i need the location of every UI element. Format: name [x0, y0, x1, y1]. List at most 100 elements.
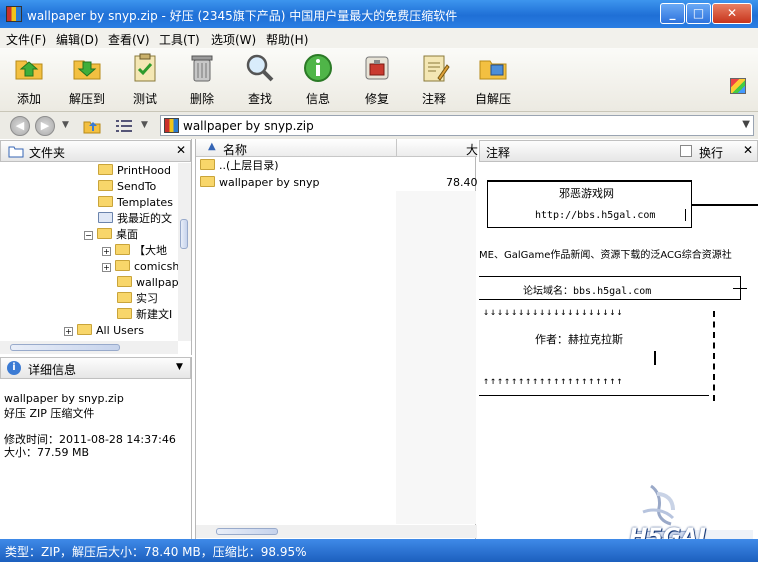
tree-item[interactable]: + All Users	[64, 323, 144, 339]
folder-vscrollbar[interactable]	[178, 163, 191, 341]
ascii-line	[479, 395, 709, 396]
folder-icon	[117, 292, 132, 303]
menu-help[interactable]: 帮助(H)	[266, 31, 308, 48]
delete-button[interactable]: 删除	[177, 52, 227, 110]
comment-label: 注释	[421, 92, 446, 106]
comment-close-icon[interactable]: ✕	[743, 143, 753, 157]
tree-item[interactable]: PrintHood	[98, 163, 171, 179]
tree-item[interactable]: 新建文I	[117, 307, 172, 323]
file-size: 78.40	[446, 176, 478, 189]
delete-icon	[191, 55, 213, 82]
folder-icon	[200, 176, 215, 187]
folder-pane: 文件夹 ✕ PrintHood SendTo Templates 我最近的文 −…	[0, 139, 192, 355]
history-dropdown-icon[interactable]: ▼	[62, 120, 69, 130]
tree-item[interactable]: SendTo	[98, 179, 156, 195]
up-folder-icon[interactable]	[82, 116, 102, 136]
folder-tree: PrintHood SendTo Templates 我最近的文 − 桌面 + 【大…	[0, 163, 178, 341]
column-divider[interactable]	[396, 139, 397, 157]
folder-icon	[97, 228, 112, 239]
tree-item[interactable]: Templates	[98, 195, 173, 211]
details-type: 好压 ZIP 压缩文件	[4, 407, 95, 420]
col-name-header[interactable]: 名称	[223, 141, 247, 158]
status-text: 类型：ZIP，解压后大小：78.40 MB，压缩比：98.95%	[5, 545, 307, 559]
tree-item-desktop[interactable]: − 桌面	[84, 227, 138, 243]
comment-icon	[423, 55, 450, 82]
col-size-header[interactable]: 大	[466, 141, 478, 158]
menu-file[interactable]: 文件(F)	[6, 31, 46, 48]
folder-icon	[98, 180, 113, 191]
expand-icon[interactable]: +	[64, 327, 73, 336]
details-header[interactable]: i 详细信息 ▼	[0, 357, 191, 379]
address-path: wallpaper by snyp.zip	[183, 119, 314, 133]
folder-icon	[98, 196, 113, 207]
add-button[interactable]: 添加	[4, 52, 54, 110]
file-hscrollbar[interactable]	[196, 525, 477, 538]
info-icon	[304, 54, 332, 82]
delete-label: 删除	[189, 92, 214, 106]
forward-icon[interactable]: ▶	[35, 116, 55, 136]
collapse-icon[interactable]: −	[84, 231, 93, 240]
ascii-line	[685, 209, 686, 221]
file-list: ▲ 名称 大 ..(上层目录) wallpaper by snyp 78.40	[195, 139, 478, 539]
menu-edit[interactable]: 编辑(D)	[56, 31, 99, 48]
folder-hscrollbar[interactable]	[0, 341, 178, 354]
folder-pane-close-icon[interactable]: ✕	[176, 143, 186, 157]
view-mode-icon[interactable]	[115, 118, 133, 134]
menu-bar: 文件(F) 编辑(D) 查看(V) 工具(T) 选项(W) 帮助(H)	[0, 28, 758, 48]
menu-tools[interactable]: 工具(T)	[159, 31, 200, 48]
file-row[interactable]: ..(上层目录)	[200, 158, 279, 174]
info-icon: i	[7, 361, 21, 375]
ascii-line	[654, 351, 656, 365]
file-row[interactable]: wallpaper by snyp 78.40	[200, 175, 478, 191]
extract-label: 解压到	[68, 92, 105, 106]
info-button[interactable]: 信息	[293, 52, 343, 110]
scroll-thumb[interactable]	[216, 528, 278, 535]
tree-item[interactable]: + 【大地	[102, 243, 167, 259]
find-label: 查找	[247, 92, 272, 106]
folder-pane-title: 文件夹	[29, 146, 66, 160]
app-icon	[6, 6, 22, 22]
toolbar: 添加 解压到 测试 删除 查找 信息 修复 注释 自解压	[0, 48, 758, 112]
minimize-button[interactable]: _	[660, 3, 685, 24]
window-title: wallpaper by snyp.zip - 好压 (2345旗下产品) 中国…	[27, 9, 458, 23]
folder-icon	[98, 164, 113, 175]
repair-button[interactable]: 修复	[352, 52, 402, 110]
wrap-checkbox[interactable]	[680, 145, 692, 157]
folder-icon	[115, 244, 130, 255]
skin-icon[interactable]	[730, 78, 746, 94]
menu-options[interactable]: 选项(W)	[211, 31, 256, 48]
maximize-button[interactable]: □	[686, 3, 711, 24]
test-button[interactable]: 测试	[120, 52, 170, 110]
expand-icon[interactable]: +	[102, 263, 111, 272]
extract-button[interactable]: 解压到	[62, 52, 112, 110]
address-field[interactable]: wallpaper by snyp.zip ▼	[160, 115, 754, 136]
details-size: 大小：77.59 MB	[4, 446, 90, 459]
expand-icon[interactable]: +	[102, 247, 111, 256]
sfx-button[interactable]: 自解压	[468, 52, 518, 110]
tree-item[interactable]: 我最近的文	[98, 211, 172, 227]
view-dropdown-icon[interactable]: ▼	[141, 120, 148, 130]
status-bar: 类型：ZIP，解压后大小：78.40 MB，压缩比：98.95%	[0, 539, 758, 562]
menu-view[interactable]: 查看(V)	[108, 31, 150, 48]
back-icon[interactable]: ◀	[10, 116, 30, 136]
test-icon	[134, 53, 156, 82]
comment-button[interactable]: 注释	[409, 52, 459, 110]
comment-title: 注释	[486, 146, 511, 160]
chevron-down-icon[interactable]: ▼	[176, 362, 183, 372]
watermark-logo-icon	[642, 484, 675, 526]
comment-arrows-down: ↓↓↓↓↓↓↓↓↓↓↓↓↓↓↓↓↓↓↓↓	[483, 307, 624, 318]
find-button[interactable]: 查找	[235, 52, 285, 110]
sort-asc-icon: ▲	[208, 141, 216, 152]
recent-docs-icon	[98, 212, 113, 223]
size-column-empty	[396, 191, 476, 524]
address-dropdown-icon[interactable]: ▼	[742, 119, 750, 130]
scroll-thumb[interactable]	[10, 344, 120, 351]
extract-icon	[73, 60, 101, 80]
tree-item[interactable]: +comicshe	[102, 259, 178, 275]
comment-description: ME、GalGame作品新闻、资源下载的泛ACG综合资源社	[479, 250, 732, 261]
test-label: 测试	[132, 92, 157, 106]
tree-item[interactable]: wallpape	[117, 275, 178, 291]
close-button[interactable]: ✕	[712, 3, 752, 24]
scroll-thumb[interactable]	[180, 219, 188, 249]
tree-item[interactable]: 实习	[117, 291, 158, 307]
